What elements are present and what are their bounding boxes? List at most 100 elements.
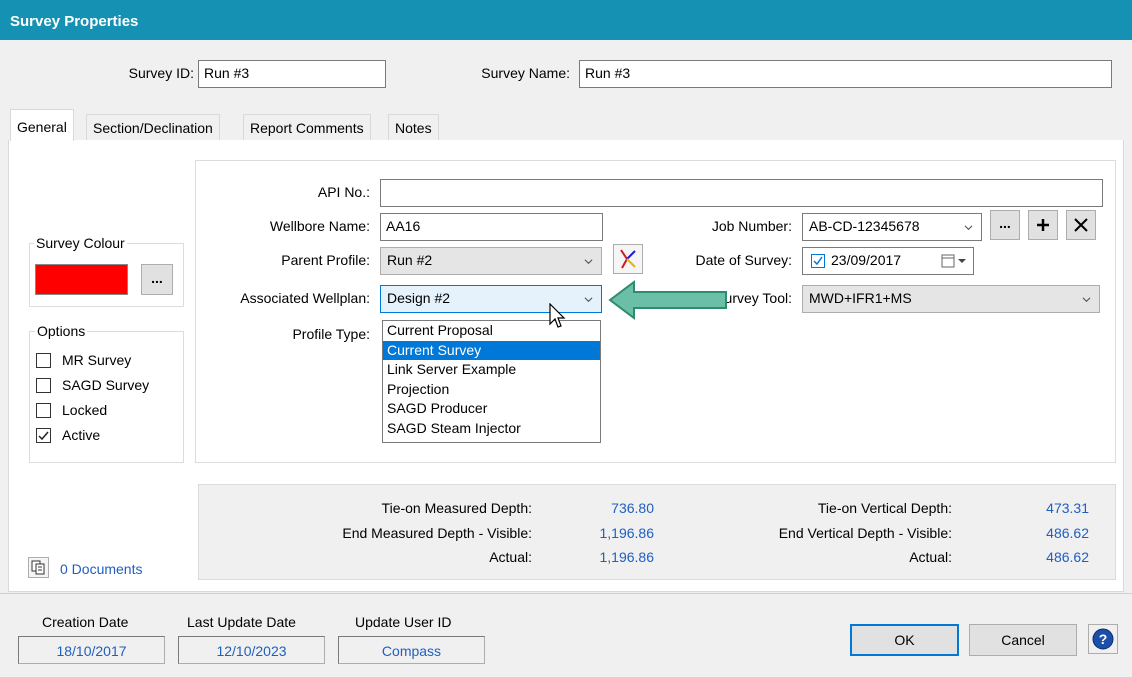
check-mark-icon	[38, 431, 49, 441]
tab-notes-label: Notes	[395, 120, 432, 136]
last-update-date-label: Last Update Date	[187, 614, 296, 630]
profile-type-label: Profile Type:	[292, 326, 370, 342]
locked-label: Locked	[62, 402, 108, 418]
date-of-survey-value: 23/09/2017	[831, 252, 902, 268]
vd-actual-label: Actual:	[909, 549, 952, 565]
profile-type-option[interactable]: SAGD Steam Injector	[383, 419, 600, 439]
associated-wellplan-value: Design #2	[387, 290, 451, 306]
window-title: Survey Properties	[10, 13, 139, 30]
date-of-survey-picker[interactable]: 23/09/2017	[802, 247, 974, 275]
window-title-bar: Survey Properties	[0, 0, 1132, 40]
last-update-date-field: 12/10/2023	[178, 636, 325, 664]
svg-text:?: ?	[1099, 631, 1108, 647]
ok-button[interactable]: OK	[850, 624, 959, 656]
profile-type-dropdown-list[interactable]: Current Proposal Current Survey Link Ser…	[382, 320, 601, 443]
wellbore-name-label: Wellbore Name:	[269, 218, 370, 234]
tie-on-vd-value: 473.31	[1046, 500, 1089, 516]
date-of-survey-label: Date of Survey:	[695, 252, 793, 268]
survey-name-label: Survey Name:	[481, 65, 570, 81]
date-enabled-checkbox[interactable]	[811, 254, 825, 268]
tab-general[interactable]: General	[10, 109, 74, 141]
survey-name-input[interactable]: Run #3	[579, 60, 1112, 88]
tab-section-declination[interactable]: Section/Declination	[86, 114, 220, 140]
sagd-survey-checkbox[interactable]	[36, 378, 51, 393]
survey-id-label: Survey ID:	[128, 65, 194, 81]
md-actual-label: Actual:	[489, 549, 532, 565]
documents-link[interactable]: 0 Documents	[60, 561, 142, 577]
tab-report-comments[interactable]: Report Comments	[243, 114, 371, 140]
check-mark-icon	[813, 256, 823, 266]
survey-tool-select[interactable]: MWD+IFR1+MS	[802, 285, 1100, 313]
job-number-label: Job Number:	[711, 218, 792, 234]
annotation-arrow-icon	[608, 280, 727, 320]
active-label: Active	[62, 427, 101, 443]
tab-general-label: General	[17, 119, 67, 135]
wellpath-icon	[620, 249, 636, 269]
creation-date-field: 18/10/2017	[18, 636, 165, 664]
mr-survey-label: MR Survey	[62, 352, 132, 368]
help-button[interactable]: ?	[1088, 624, 1118, 654]
documents-icon	[31, 560, 45, 575]
tab-report-comments-label: Report Comments	[250, 120, 364, 136]
wellbore-name-input[interactable]: AA16	[380, 213, 603, 241]
mouse-cursor-icon	[549, 303, 566, 328]
tab-section-declination-label: Section/Declination	[93, 120, 213, 136]
calendar-dropdown-icon[interactable]	[941, 254, 967, 268]
remove-job-button[interactable]	[1066, 210, 1096, 240]
options-group	[29, 331, 184, 463]
active-checkbox[interactable]	[36, 428, 51, 443]
vd-actual-value: 486.62	[1046, 549, 1089, 565]
profile-type-option[interactable]: Projection	[383, 380, 600, 400]
help-icon: ?	[1092, 628, 1114, 650]
locked-checkbox[interactable]	[36, 403, 51, 418]
update-user-id-field: Compass	[338, 636, 485, 664]
end-vd-visible-value: 486.62	[1046, 525, 1089, 541]
end-vd-visible-label: End Vertical Depth - Visible:	[778, 525, 952, 541]
md-actual-value: 1,196.86	[599, 549, 655, 565]
profile-type-option[interactable]: Link Server Example	[383, 360, 600, 380]
tie-on-md-label: Tie-on Measured Depth:	[381, 500, 532, 516]
associated-wellplan-label: Associated Wellplan:	[240, 290, 370, 306]
add-job-button[interactable]	[1028, 210, 1058, 240]
parent-profile-label: Parent Profile:	[281, 252, 370, 268]
creation-date-value: 18/10/2017	[56, 643, 127, 659]
api-no-input[interactable]	[380, 179, 1103, 207]
associated-wellplan-select[interactable]: Design #2	[380, 285, 602, 313]
options-label: Options	[35, 323, 88, 339]
survey-colour-browse-button[interactable]: ...	[141, 264, 173, 295]
end-md-visible-label: End Measured Depth - Visible:	[342, 525, 532, 541]
tab-notes[interactable]: Notes	[388, 114, 439, 140]
close-icon	[1074, 218, 1088, 232]
job-number-select[interactable]: AB-CD-12345678	[802, 213, 982, 241]
footer-divider	[0, 593, 1132, 594]
profile-type-option[interactable]: Current Proposal	[383, 321, 600, 341]
chevron-down-icon	[1082, 297, 1091, 303]
chevron-down-icon	[964, 225, 973, 231]
parent-profile-value: Run #2	[387, 252, 433, 268]
tie-on-md-value: 736.80	[611, 500, 654, 516]
survey-id-input[interactable]: Run #3	[198, 60, 386, 88]
job-number-value: AB-CD-12345678	[809, 218, 920, 234]
sagd-survey-label: SAGD Survey	[62, 377, 150, 393]
update-user-id-label: Update User ID	[355, 614, 452, 630]
survey-colour-swatch[interactable]	[35, 264, 128, 295]
profile-type-option-selected[interactable]: Current Survey	[383, 340, 600, 360]
cancel-button[interactable]: Cancel	[969, 624, 1077, 656]
creation-date-label: Creation Date	[42, 614, 129, 630]
job-browse-button[interactable]: ...	[990, 210, 1020, 240]
profile-type-option[interactable]: SAGD Producer	[383, 399, 600, 419]
end-md-visible-value: 1,196.86	[599, 525, 655, 541]
profile-chart-button[interactable]	[613, 244, 643, 274]
chevron-down-icon	[584, 259, 593, 265]
update-user-id-value: Compass	[381, 643, 442, 659]
api-no-label: API No.:	[317, 184, 370, 200]
survey-colour-label: Survey Colour	[34, 235, 127, 251]
documents-button[interactable]	[28, 557, 49, 578]
survey-tool-value: MWD+IFR1+MS	[809, 290, 912, 306]
chevron-down-icon	[584, 297, 593, 303]
last-update-date-value: 12/10/2023	[216, 643, 287, 659]
mr-survey-checkbox[interactable]	[36, 353, 51, 368]
tie-on-vd-label: Tie-on Vertical Depth:	[817, 500, 952, 516]
parent-profile-select[interactable]: Run #2	[380, 247, 602, 275]
plus-icon	[1037, 219, 1049, 231]
